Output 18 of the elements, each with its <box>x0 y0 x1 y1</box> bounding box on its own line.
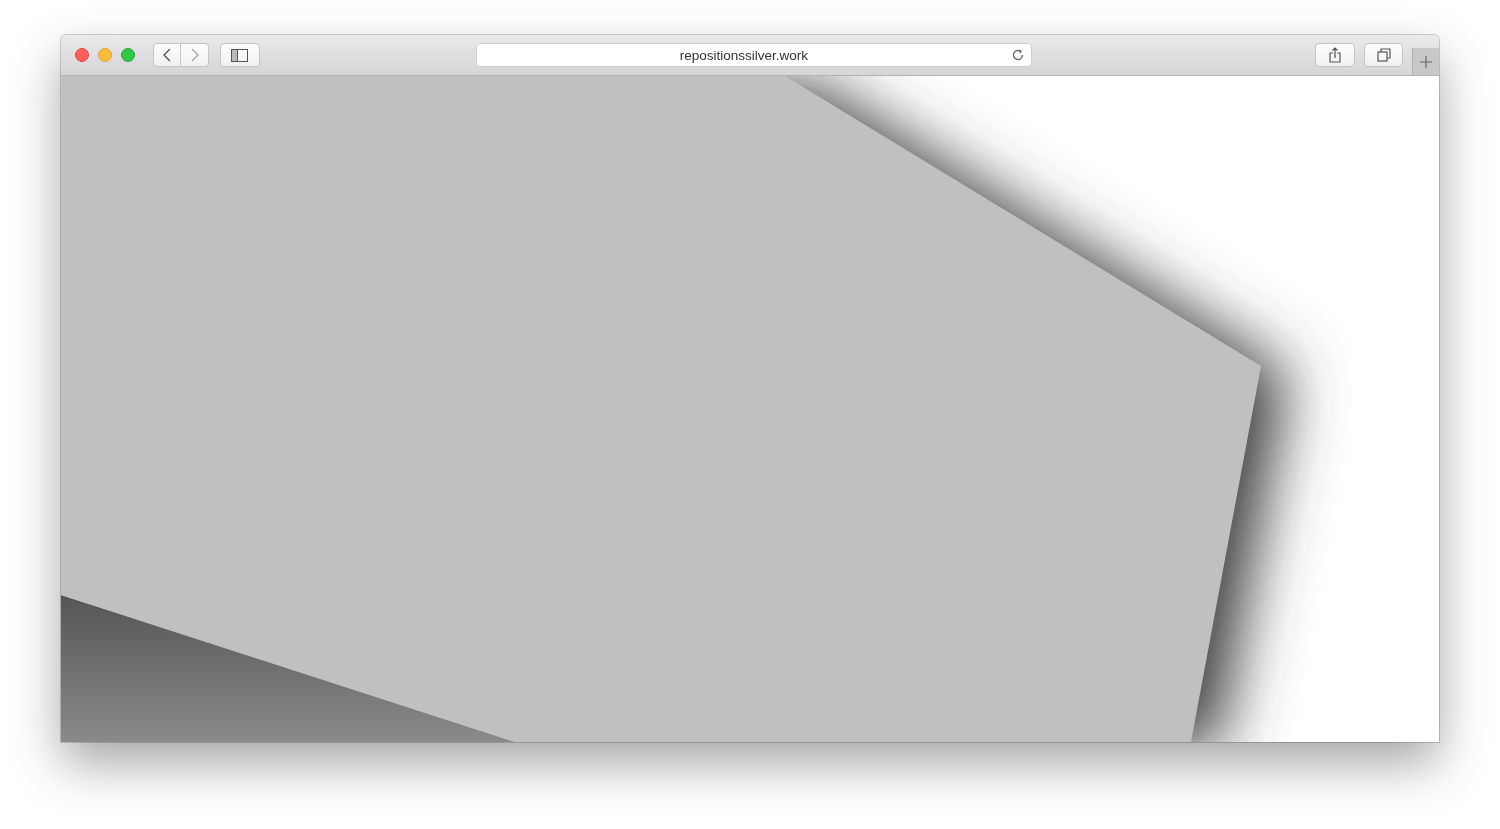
new-tab-button[interactable] <box>1412 48 1439 75</box>
sidebar-icon <box>231 48 249 62</box>
forward-button[interactable] <box>181 43 209 67</box>
minimize-button[interactable] <box>98 48 112 62</box>
share-button[interactable] <box>1315 43 1355 67</box>
tabs-button[interactable] <box>1363 43 1404 67</box>
url-text: repositionssilver.work <box>678 47 810 63</box>
share-icon <box>1329 47 1342 63</box>
chevron-left-icon <box>163 48 171 62</box>
reload-icon <box>1011 48 1026 62</box>
sidebar-button[interactable] <box>220 43 260 67</box>
chevron-right-icon <box>190 48 199 62</box>
back-button[interactable] <box>153 43 181 67</box>
address-field[interactable]: repositionssilver.work <box>475 43 1033 67</box>
close-button[interactable] <box>75 48 89 62</box>
tabs-icon <box>1376 48 1391 62</box>
plus-icon <box>1420 55 1433 68</box>
zoom-button[interactable] <box>121 48 135 62</box>
